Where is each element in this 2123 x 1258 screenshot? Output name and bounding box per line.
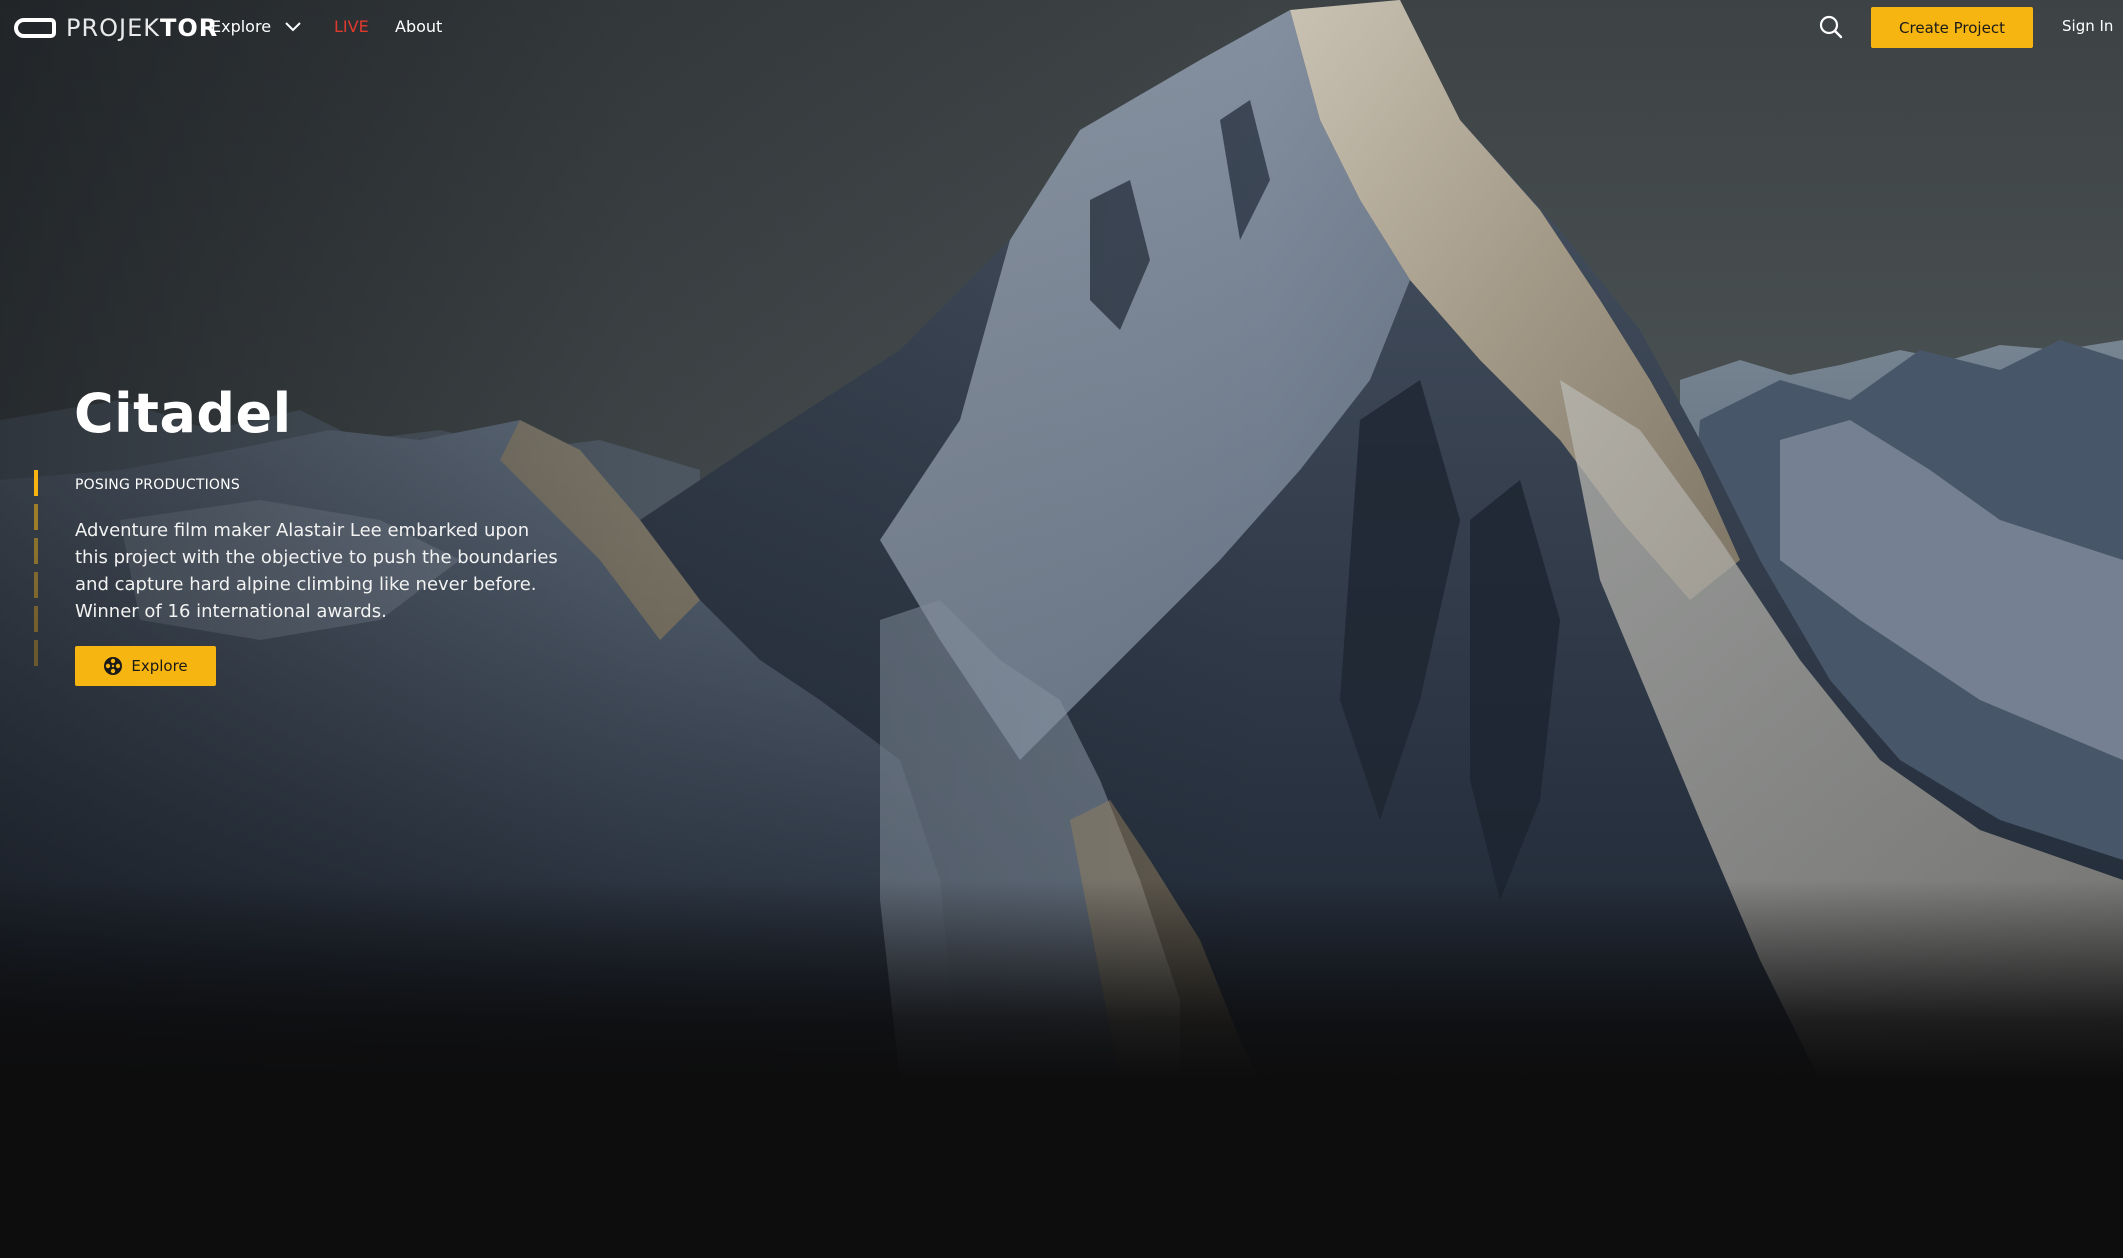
page: PROJEKTOR Explore LIVE About Create Proj…	[0, 0, 2123, 1258]
hero-bottom-fade	[0, 880, 2123, 1080]
hero-explore-button[interactable]: Explore	[75, 646, 216, 686]
logo-wordmark: PROJEKTOR	[66, 14, 218, 42]
accent-rail	[34, 470, 38, 666]
sign-in-link[interactable]: Sign In	[2062, 17, 2113, 35]
hero-explore-button-label: Explore	[131, 657, 188, 675]
logo-mark-icon	[14, 18, 56, 38]
nav-about-link[interactable]: About	[395, 17, 442, 36]
hero-producer: POSING PRODUCTIONS	[75, 477, 240, 493]
search-button[interactable]	[1818, 14, 1844, 40]
film-reel-icon	[104, 657, 123, 675]
logo-wordmark-bold: TOR	[160, 14, 219, 42]
hero-description: Adventure film maker Alastair Lee embark…	[75, 520, 558, 622]
top-nav: PROJEKTOR Explore LIVE About Create Proj…	[0, 0, 2123, 56]
nav-explore-label: Explore	[211, 17, 272, 36]
logo-wordmark-light: PROJEK	[66, 14, 161, 42]
hero-title: Citadel	[74, 382, 292, 445]
nav-live-link[interactable]: LIVE	[334, 17, 369, 36]
brand-logo[interactable]: PROJEKTOR	[14, 14, 218, 42]
chevron-down-icon	[285, 21, 301, 31]
create-project-button[interactable]: Create Project	[1871, 7, 2033, 48]
search-icon	[1819, 15, 1843, 39]
nav-explore-dropdown[interactable]: Explore	[211, 17, 301, 36]
